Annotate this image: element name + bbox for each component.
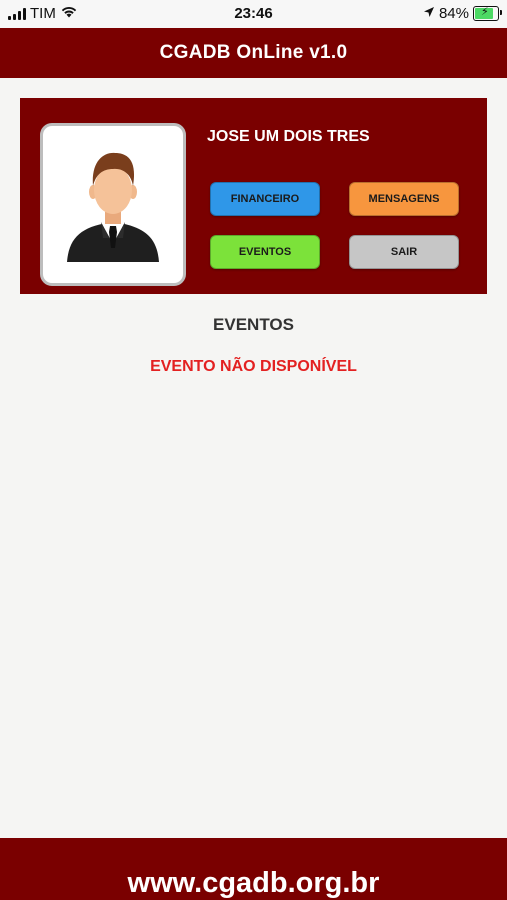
sair-button[interactable]: SAIR — [349, 235, 459, 269]
financeiro-button[interactable]: FINANCEIRO — [210, 182, 320, 216]
eventos-button[interactable]: EVENTOS — [210, 235, 320, 269]
mensagens-button[interactable]: MENSAGENS — [349, 182, 459, 216]
battery-percentage: 84% — [438, 5, 469, 22]
status-right: 84% ⚡ — [423, 5, 502, 22]
battery-icon: ⚡ — [473, 6, 502, 21]
section-title: EVENTOS — [213, 315, 294, 334]
charging-bolt-icon: ⚡ — [481, 6, 489, 18]
profile-card: JOSE UM DOIS TRES FINANCEIRO MENSAGENS E… — [20, 98, 487, 294]
user-avatar-icon — [67, 152, 159, 262]
event-status-message: EVENTO NÃO DISPONÍVEL — [150, 358, 357, 375]
user-name: JOSE UM DOIS TRES — [207, 128, 370, 145]
location-arrow-icon — [423, 5, 435, 22]
app-screen: TIM 23:46 84% ⚡ CGADB OnLine v1.0 JOSE U… — [0, 0, 507, 900]
website-link[interactable]: www.cgadb.org.br — [0, 868, 507, 898]
app-title: CGADB OnLine v1.0 — [159, 42, 348, 63]
status-bar: TIM 23:46 84% ⚡ — [0, 0, 507, 28]
app-footer: www.cgadb.org.br — [0, 838, 507, 900]
avatar-frame — [40, 123, 186, 286]
app-header: CGADB OnLine v1.0 — [0, 28, 507, 78]
